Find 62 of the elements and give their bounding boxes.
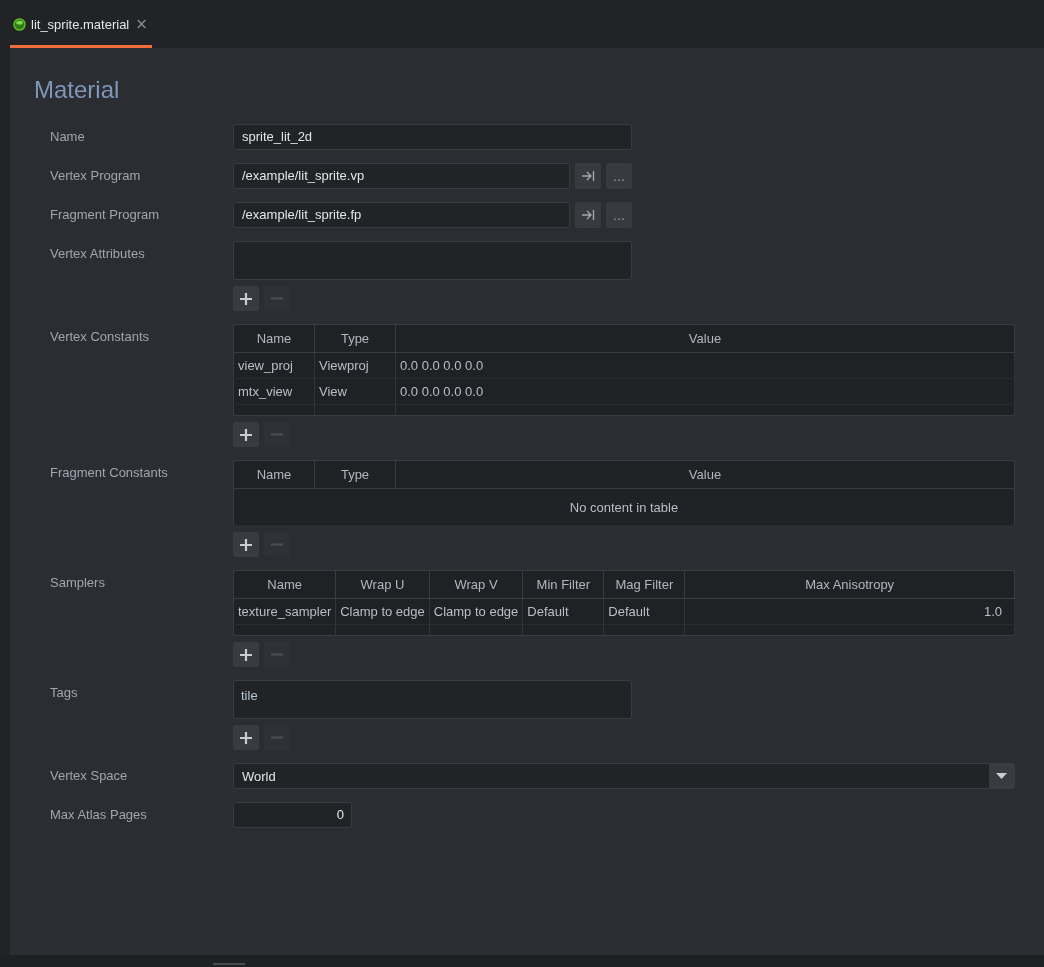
column-header[interactable]: Value [395, 324, 1015, 353]
property-label: Fragment Constants [50, 464, 169, 482]
table-cell: Clamp to edge [335, 598, 430, 625]
table-cell: mtx_view [233, 378, 315, 405]
property-label: Fragment Program [50, 206, 161, 224]
column-header[interactable]: Name [233, 324, 315, 353]
plus-icon [240, 428, 252, 441]
property-label: Max Atlas Pages [50, 806, 148, 824]
table-cell: Viewproj [314, 352, 396, 379]
property-label: Name [50, 128, 86, 146]
column-header[interactable]: Name [233, 570, 336, 599]
property-label: Vertex Constants [50, 328, 150, 346]
text-field[interactable]: sprite_lit_2d [233, 124, 632, 150]
table-cell: Default [522, 598, 604, 625]
caret-icon[interactable] [989, 764, 1014, 788]
property-label: Samplers [50, 574, 106, 592]
add-button[interactable] [233, 725, 259, 750]
column-header[interactable]: Name [233, 460, 315, 489]
open-button[interactable] [575, 163, 601, 189]
property-label: Vertex Program [50, 167, 142, 185]
browse-button[interactable]: … [606, 163, 632, 189]
column-header[interactable]: Type [314, 460, 396, 489]
column-header[interactable]: Value [395, 460, 1015, 489]
path-field[interactable]: /example/lit_sprite.vp [233, 163, 570, 189]
column-header[interactable]: Min Filter [522, 570, 604, 599]
column-header[interactable]: Wrap U [335, 570, 430, 599]
plus-icon [240, 648, 252, 661]
column-header[interactable]: Mag Filter [603, 570, 685, 599]
add-button[interactable] [233, 422, 259, 447]
property-label: Tags [50, 684, 79, 702]
plus-icon [240, 292, 252, 305]
table-cell: View [314, 378, 396, 405]
close-button[interactable]: × [134, 16, 149, 32]
list-item[interactable]: tile [241, 688, 624, 704]
arrow-to-bar-icon [581, 209, 595, 221]
table-cell: Clamp to edge [429, 598, 523, 625]
table-cell: texture_sampler [233, 598, 336, 625]
add-button[interactable] [233, 532, 259, 557]
plus-icon [240, 731, 252, 744]
table-cell: Default [603, 598, 685, 625]
table-cell: 0.0 0.0 0.0 0.0 [395, 378, 1015, 405]
property-label: Vertex Attributes [50, 245, 146, 263]
open-button[interactable] [575, 202, 601, 228]
arrow-to-bar-icon [581, 170, 595, 182]
property-label: Vertex Space [50, 767, 129, 785]
column-header[interactable]: Type [314, 324, 396, 353]
add-button[interactable] [233, 286, 259, 311]
add-button[interactable] [233, 642, 259, 667]
plus-icon [240, 538, 252, 551]
scrollbar-thumb[interactable] [213, 963, 245, 965]
table-cell: view_proj [233, 352, 315, 379]
column-header[interactable]: Wrap V [429, 570, 523, 599]
number-field[interactable]: 0 [233, 802, 352, 828]
page-title: Material [34, 76, 121, 104]
path-field[interactable]: /example/lit_sprite.fp [233, 202, 570, 228]
dropdown[interactable]: World [233, 763, 1015, 789]
table-cell: 1.0 [684, 598, 1015, 625]
sphere-icon [13, 17, 26, 31]
table-cell: 0.0 0.0 0.0 0.0 [395, 352, 1015, 379]
browse-button[interactable]: … [606, 202, 632, 228]
column-header[interactable]: Max Anisotropy [684, 570, 1015, 599]
empty-table-message: No content in table [233, 488, 1015, 526]
